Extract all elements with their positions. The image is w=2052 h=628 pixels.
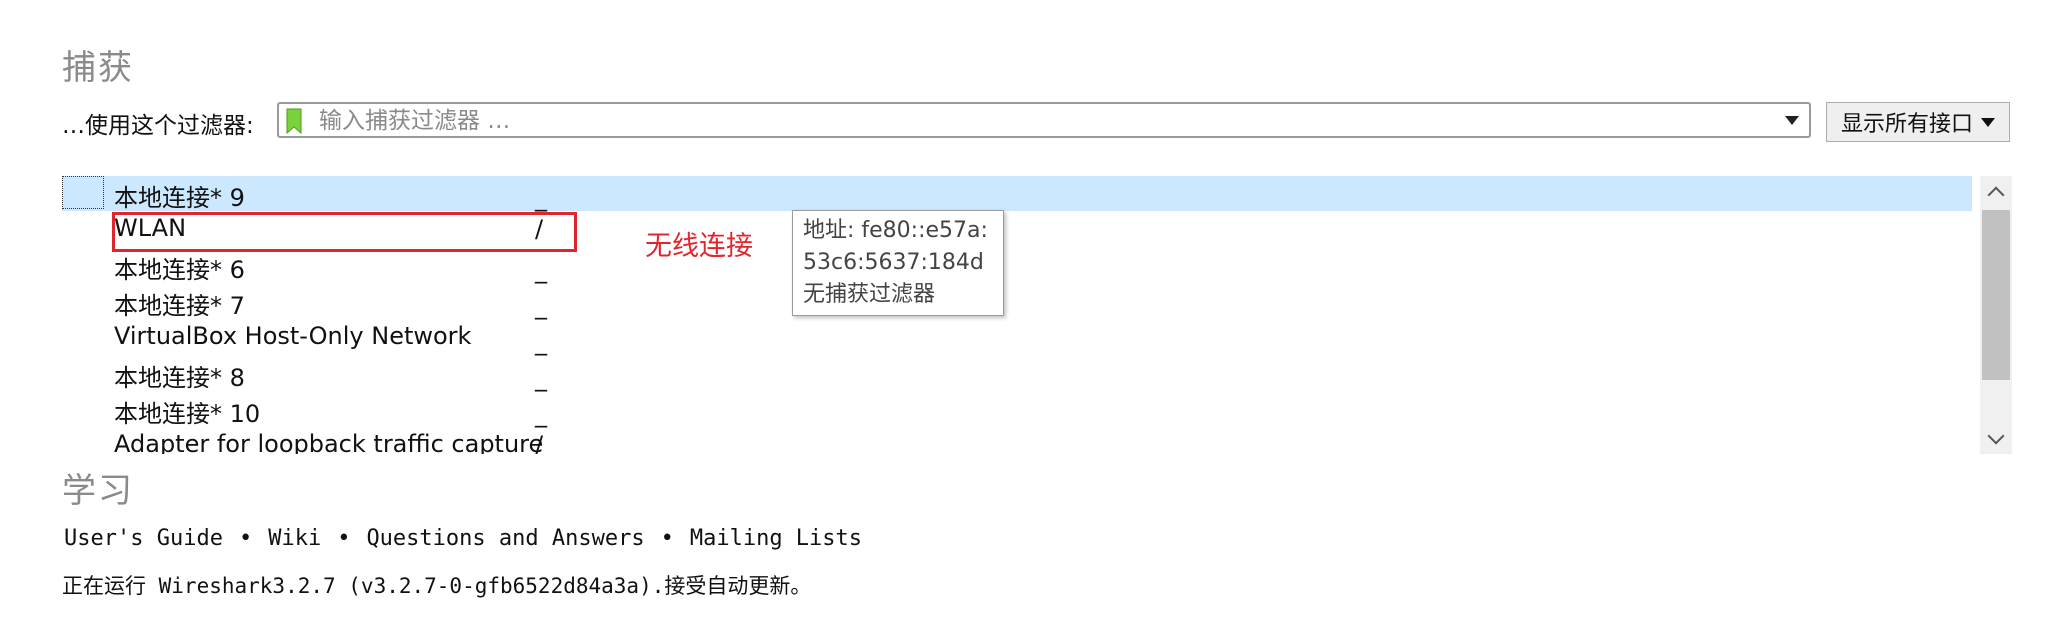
traffic-sparkline: _ — [535, 292, 547, 320]
interface-name: 本地连接* 8 — [114, 364, 245, 392]
tooltip-filter-line: 无捕获过滤器 — [803, 282, 936, 307]
interface-name: 本地连接* 10 — [114, 400, 261, 428]
chevron-down-icon — [1981, 117, 1995, 127]
interface-row[interactable]: 本地连接* 7 _ — [62, 284, 1972, 320]
chevron-down-icon — [1987, 427, 2005, 444]
show-all-interfaces-button[interactable]: 显示所有接口 — [1826, 102, 2010, 142]
bookmark-icon[interactable] — [285, 108, 303, 134]
capture-filter-label: …使用这个过滤器: — [62, 113, 254, 139]
interface-name: Adapter for loopback traffic capture — [114, 430, 544, 454]
interface-name: 本地连接* 9 — [114, 184, 245, 212]
mailing-lists-link[interactable]: Mailing Lists — [690, 526, 862, 551]
tooltip-address-line: 53c6:5637:184d — [803, 250, 984, 275]
interface-row[interactable]: 本地连接* 10 _ — [62, 392, 1972, 428]
wireless-annotation-label: 无线连接 — [645, 231, 753, 262]
interface-list-scrollbar[interactable] — [1980, 176, 2012, 454]
traffic-sparkline: _ — [535, 400, 547, 428]
link-separator: • — [660, 526, 674, 551]
interface-name: 本地连接* 7 — [114, 292, 245, 320]
row-focus-indicator — [62, 176, 104, 209]
tooltip-address-line: 地址: fe80::e57a: — [803, 218, 988, 243]
interface-row[interactable]: 本地连接* 9 _ — [62, 176, 1972, 212]
users-guide-link[interactable]: User's Guide — [64, 526, 223, 551]
interface-row[interactable]: 本地连接* 6 _ — [62, 248, 1972, 284]
link-separator: • — [337, 526, 351, 551]
interface-row[interactable]: 本地连接* 8 _ — [62, 356, 1972, 392]
wlan-highlight-box — [112, 212, 577, 252]
traffic-sparkline: _ — [535, 256, 547, 284]
interface-row[interactable]: Adapter for loopback traffic capture / — [62, 428, 1972, 454]
capture-section-title: 捕获 — [62, 48, 134, 88]
capture-filter-field[interactable] — [277, 102, 1811, 138]
traffic-sparkline: _ — [535, 328, 547, 356]
scroll-up-button[interactable] — [1980, 176, 2012, 208]
wiki-link[interactable]: Wiki — [268, 526, 321, 551]
traffic-sparkline: / — [535, 431, 544, 454]
filter-dropdown-arrow-icon[interactable] — [1785, 116, 1799, 125]
learn-section-title: 学习 — [62, 471, 134, 511]
show-all-interfaces-label: 显示所有接口 — [1840, 112, 1973, 137]
traffic-sparkline: _ — [535, 184, 547, 212]
interface-tooltip: 地址: fe80::e57a: 53c6:5637:184d 无捕获过滤器 — [792, 210, 1004, 316]
version-status-text: 正在运行 Wireshark3.2.7 (v3.2.7-0-gfb6522d84… — [62, 574, 812, 598]
scrollbar-thumb[interactable] — [1982, 210, 2010, 380]
capture-filter-input[interactable] — [319, 107, 1749, 135]
interface-name: 本地连接* 6 — [114, 256, 245, 284]
questions-and-answers-link[interactable]: Questions and Answers — [366, 526, 644, 551]
interface-row[interactable]: VirtualBox Host-Only Network _ — [62, 320, 1972, 356]
scroll-down-button[interactable] — [1980, 422, 2012, 454]
chevron-up-icon — [1987, 186, 2005, 203]
learn-links: User's Guide • Wiki • Questions and Answers •… — [64, 526, 862, 551]
link-separator: • — [238, 526, 253, 551]
interface-name: VirtualBox Host-Only Network — [114, 322, 472, 350]
traffic-sparkline: _ — [535, 364, 547, 392]
